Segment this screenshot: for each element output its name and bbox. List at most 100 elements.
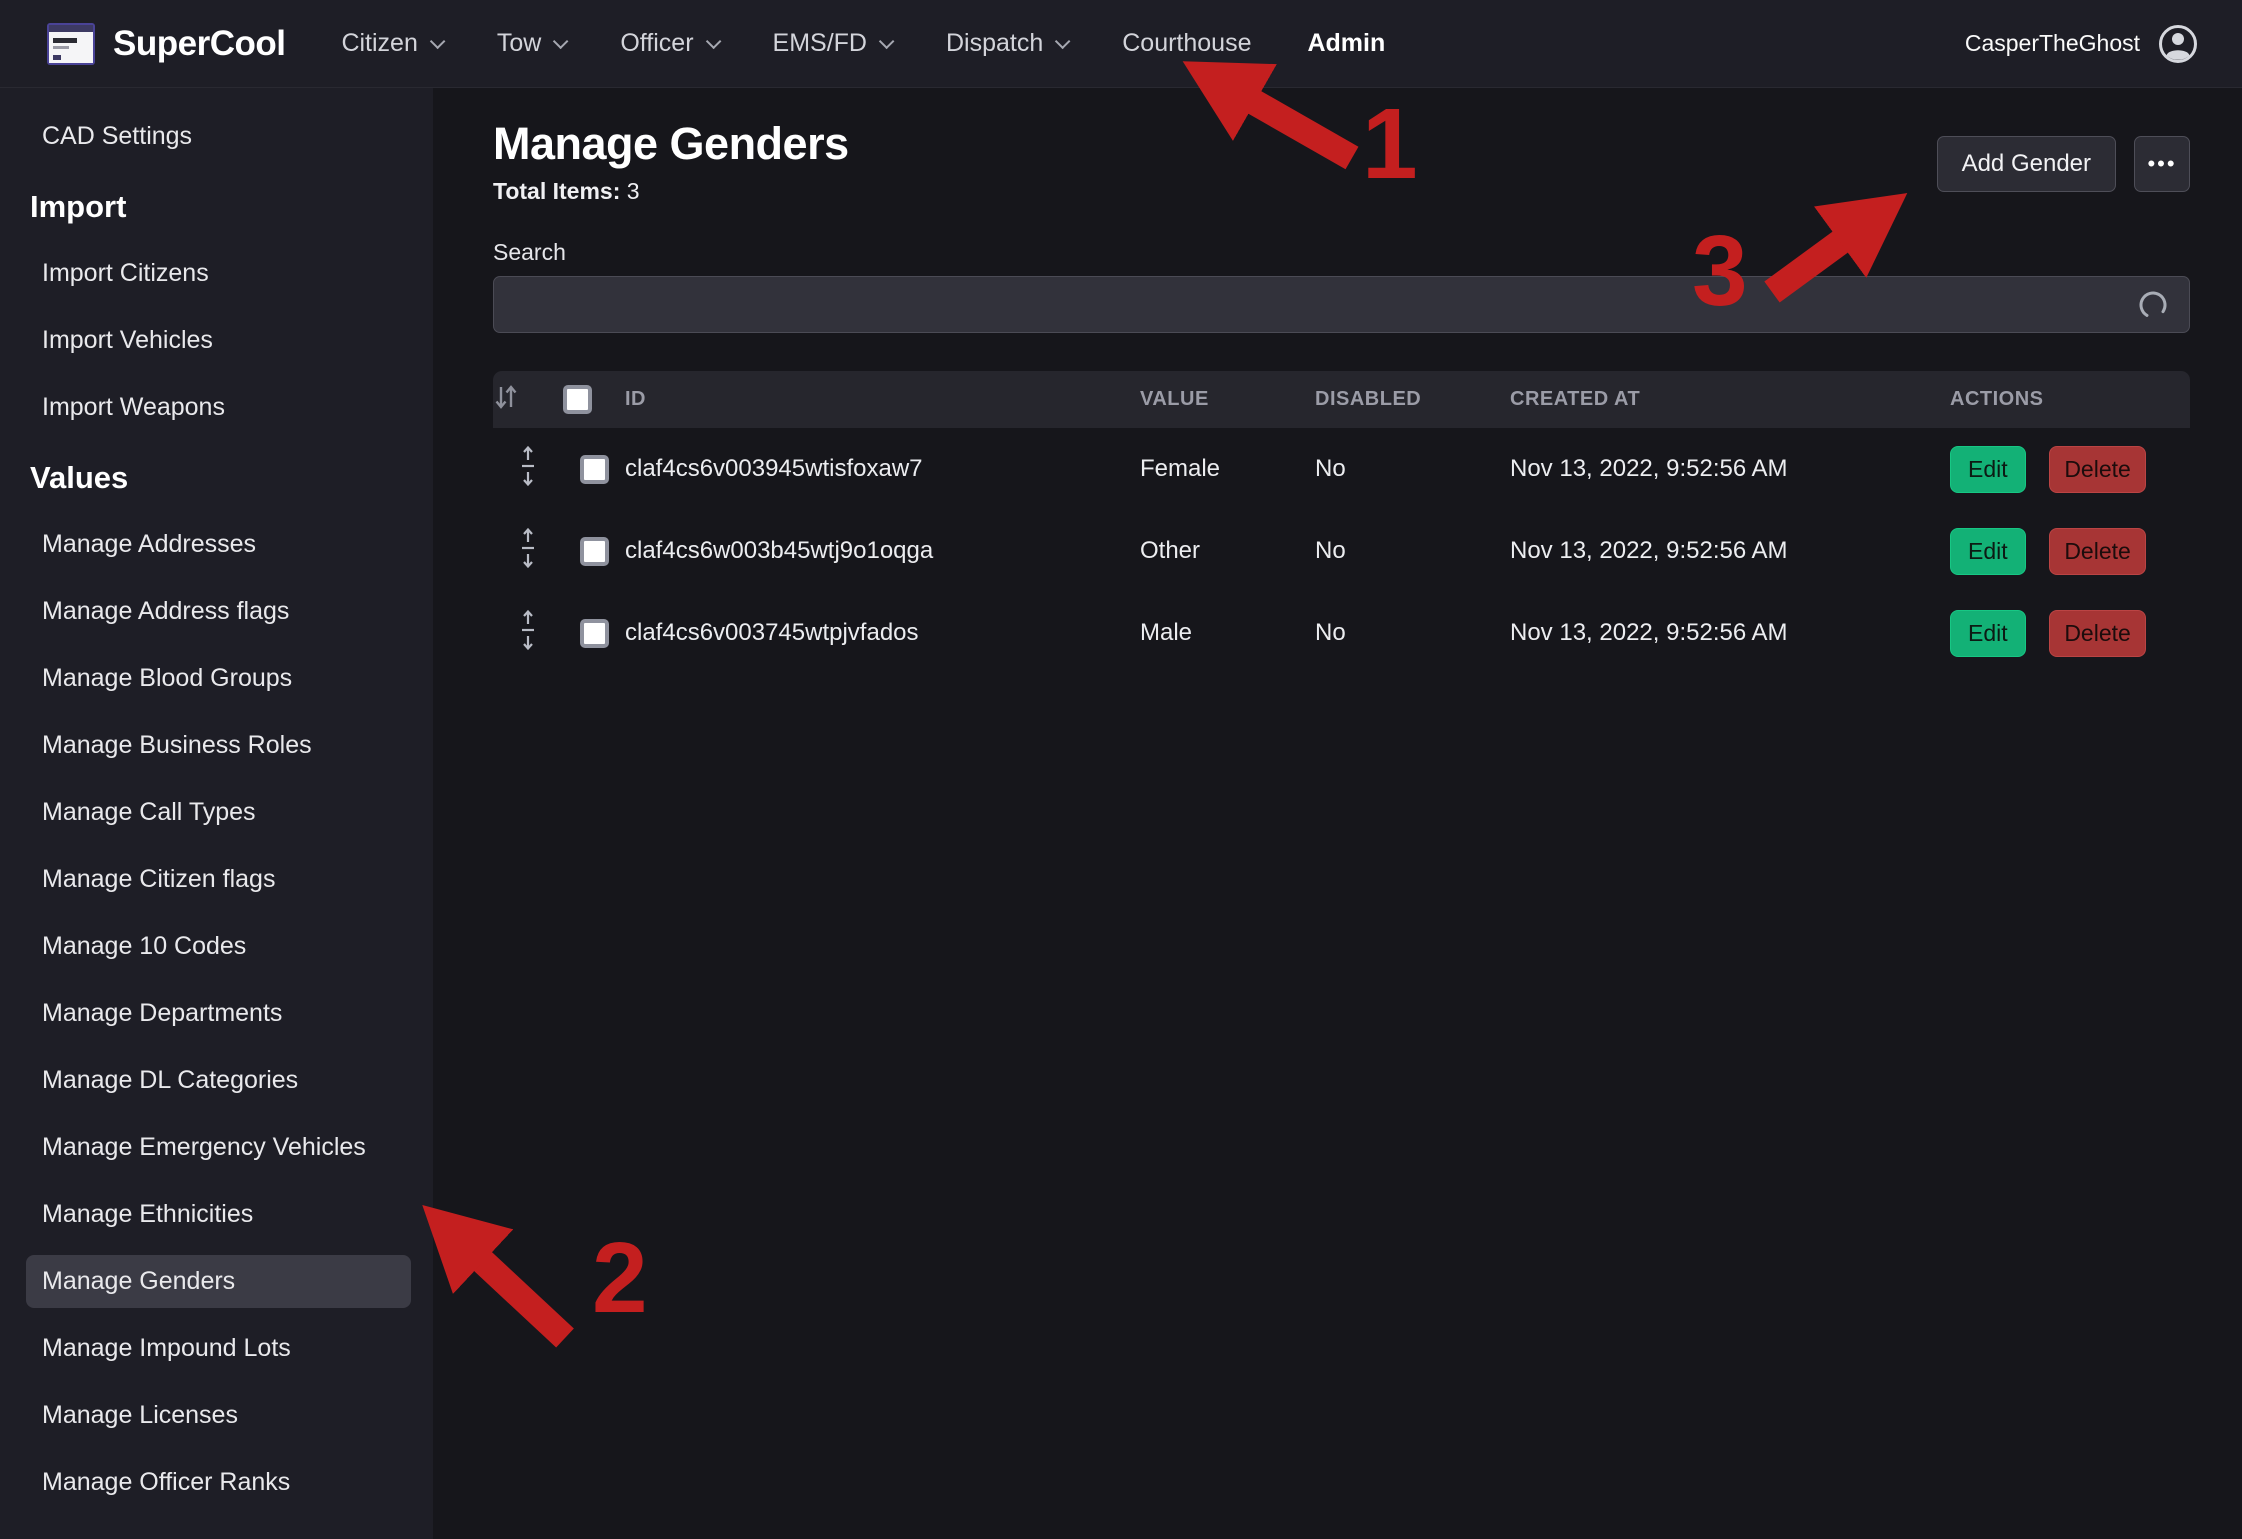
nav-item-ems-fd[interactable]: EMS/FD [773, 29, 890, 58]
nav-item-citizen[interactable]: Citizen [341, 29, 440, 58]
sidebar-item-manage-addresses[interactable]: Manage Addresses [26, 518, 411, 571]
more-options-button[interactable]: ••• [2134, 136, 2190, 192]
delete-button[interactable]: Delete [2049, 528, 2145, 575]
chevron-down-icon [705, 34, 721, 50]
sidebar-item-manage-emergency-vehicles[interactable]: Manage Emergency Vehicles [26, 1121, 411, 1174]
cell-value: Female [1140, 428, 1315, 510]
column-header-actions: ACTIONS [1950, 371, 2190, 428]
nav-item-admin[interactable]: Admin [1307, 29, 1385, 58]
nav-item-tow[interactable]: Tow [497, 29, 564, 58]
sidebar-item-manage-licenses[interactable]: Manage Licenses [26, 1389, 411, 1442]
add-gender-button[interactable]: Add Gender [1937, 136, 2116, 192]
sidebar-heading-values: Values [30, 460, 433, 496]
search-label: Search [493, 239, 2190, 266]
cell-disabled: No [1315, 428, 1510, 510]
page-title: Manage Genders [493, 118, 849, 170]
cell-created-at: Nov 13, 2022, 9:52:56 AM [1510, 510, 1950, 592]
column-header-created-at[interactable]: CREATED AT [1510, 371, 1950, 428]
cell-created-at: Nov 13, 2022, 9:52:56 AM [1510, 428, 1950, 510]
search-input[interactable] [493, 276, 2190, 333]
sidebar-heading-import: Import [30, 189, 433, 225]
cell-disabled: No [1315, 592, 1510, 674]
sidebar-item-manage-blood-groups[interactable]: Manage Blood Groups [26, 652, 411, 705]
chevron-down-icon [553, 34, 569, 50]
sidebar-item-cad-settings[interactable]: CAD Settings [26, 110, 411, 163]
total-items-value: 3 [627, 178, 640, 204]
table-row: claf4cs6w003b45wtj9o1oqga Other No Nov 1… [493, 510, 2190, 592]
sidebar-item-manage-officer-ranks[interactable]: Manage Officer Ranks [26, 1456, 411, 1509]
user-avatar-icon [2158, 24, 2198, 64]
edit-button[interactable]: Edit [1950, 610, 2026, 657]
genders-table: ID VALUE DISABLED CREATED AT ACTIONS [493, 371, 2190, 674]
delete-button[interactable]: Delete [2049, 610, 2145, 657]
sort-arrows-icon [493, 382, 519, 412]
brand-home-link[interactable]: SuperCool [47, 23, 285, 65]
nav-item-courthouse[interactable]: Courthouse [1122, 29, 1251, 58]
sidebar-item-manage-address-flags[interactable]: Manage Address flags [26, 585, 411, 638]
cell-value: Male [1140, 592, 1315, 674]
more-options-icon: ••• [2147, 151, 2176, 176]
drag-handle[interactable] [517, 467, 539, 494]
cell-disabled: No [1315, 510, 1510, 592]
table-row: claf4cs6v003745wtpjvfados Male No Nov 13… [493, 592, 2190, 674]
column-header-disabled[interactable]: DISABLED [1315, 371, 1510, 428]
nav-item-label: Officer [620, 29, 693, 58]
sidebar-item-import-citizens[interactable]: Import Citizens [26, 247, 411, 300]
sidebar-item-manage-genders[interactable]: Manage Genders [26, 1255, 411, 1308]
nav-item-label: Tow [497, 29, 541, 58]
drag-handle[interactable] [517, 549, 539, 576]
admin-sidebar: CAD Settings Import Import Citizens Impo… [0, 88, 433, 1539]
drag-reorder-icon [517, 526, 539, 570]
sidebar-item-manage-penal-codes[interactable]: Manage Penal Codes [26, 1523, 411, 1539]
drag-reorder-icon [517, 444, 539, 488]
sidebar-item-manage-call-types[interactable]: Manage Call Types [26, 786, 411, 839]
main-content: Manage Genders Total Items: 3 Add Gender… [433, 88, 2242, 1539]
username: CasperTheGhost [1965, 30, 2140, 57]
table-header-row: ID VALUE DISABLED CREATED AT ACTIONS [493, 371, 2190, 428]
nav-item-dispatch[interactable]: Dispatch [946, 29, 1066, 58]
sidebar-item-manage-impound-lots[interactable]: Manage Impound Lots [26, 1322, 411, 1375]
chevron-down-icon [879, 34, 895, 50]
sort-order-button[interactable] [493, 382, 519, 415]
cell-id: claf4cs6v003745wtpjvfados [625, 592, 1140, 674]
table-row: claf4cs6v003945wtisfoxaw7 Female No Nov … [493, 428, 2190, 510]
nav-item-label: Citizen [341, 29, 417, 58]
nav-item-label: EMS/FD [773, 29, 867, 58]
column-header-value[interactable]: VALUE [1140, 371, 1315, 428]
sidebar-item-manage-departments[interactable]: Manage Departments [26, 987, 411, 1040]
user-menu-button[interactable]: CasperTheGhost [1965, 24, 2198, 64]
app-window: SuperCool Citizen Tow Officer EMS/FD Dis… [0, 0, 2242, 1539]
sidebar-item-manage-10-codes[interactable]: Manage 10 Codes [26, 920, 411, 973]
sidebar-item-manage-business-roles[interactable]: Manage Business Roles [26, 719, 411, 772]
nav-item-label: Courthouse [1122, 29, 1251, 58]
cell-id: claf4cs6w003b45wtj9o1oqga [625, 510, 1140, 592]
loading-spinner-icon [2138, 290, 2168, 320]
brand-name: SuperCool [113, 24, 285, 64]
row-checkbox[interactable] [580, 619, 609, 648]
total-items: Total Items: 3 [493, 178, 849, 205]
sidebar-item-import-vehicles[interactable]: Import Vehicles [26, 314, 411, 367]
sidebar-item-manage-dl-categories[interactable]: Manage DL Categories [26, 1054, 411, 1107]
edit-button[interactable]: Edit [1950, 528, 2026, 575]
drag-handle[interactable] [517, 631, 539, 658]
column-header-id[interactable]: ID [625, 371, 1140, 428]
row-checkbox[interactable] [580, 537, 609, 566]
nav-menu: Citizen Tow Officer EMS/FD Dispatch Cour… [341, 29, 1385, 58]
sidebar-item-manage-citizen-flags[interactable]: Manage Citizen flags [26, 853, 411, 906]
drag-reorder-icon [517, 608, 539, 652]
edit-button[interactable]: Edit [1950, 446, 2026, 493]
nav-item-officer[interactable]: Officer [620, 29, 716, 58]
chevron-down-icon [1055, 34, 1071, 50]
nav-item-label: Admin [1307, 29, 1385, 58]
total-items-label: Total Items: [493, 178, 620, 204]
top-navbar: SuperCool Citizen Tow Officer EMS/FD Dis… [0, 0, 2242, 88]
cell-value: Other [1140, 510, 1315, 592]
nav-item-label: Dispatch [946, 29, 1043, 58]
row-checkbox[interactable] [580, 455, 609, 484]
cell-created-at: Nov 13, 2022, 9:52:56 AM [1510, 592, 1950, 674]
app-logo-icon [47, 23, 95, 65]
select-all-checkbox[interactable] [563, 385, 592, 414]
sidebar-item-import-weapons[interactable]: Import Weapons [26, 381, 411, 434]
sidebar-item-manage-ethnicities[interactable]: Manage Ethnicities [26, 1188, 411, 1241]
delete-button[interactable]: Delete [2049, 446, 2145, 493]
